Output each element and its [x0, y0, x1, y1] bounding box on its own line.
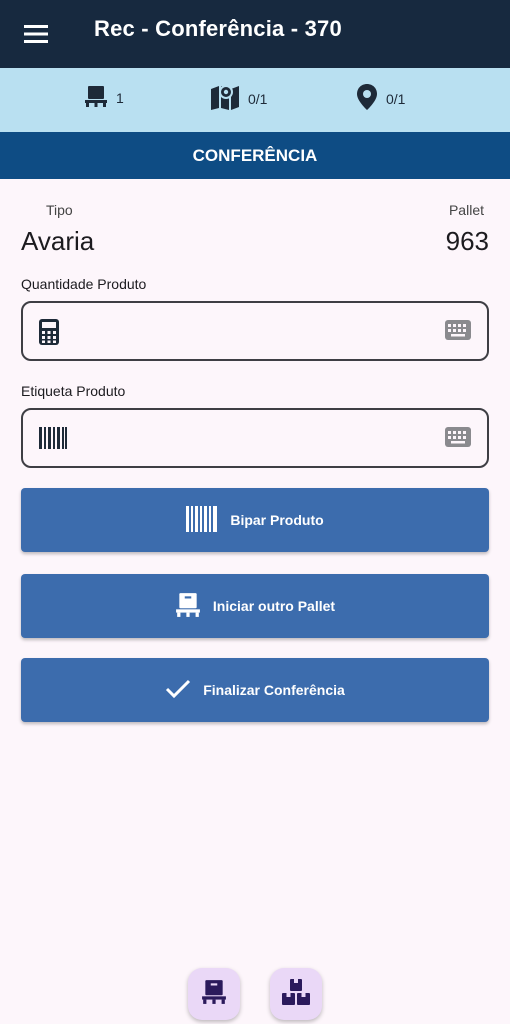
tipo-label: Tipo — [46, 202, 73, 218]
location-count-stat: 0/1 — [356, 83, 405, 114]
iniciar-outro-pallet-button[interactable]: Iniciar outro Pallet — [21, 574, 489, 638]
location-count: 0/1 — [386, 90, 406, 107]
boxes-fab[interactable] — [270, 968, 322, 1020]
app-bar: Rec - Conferência - 370 — [0, 0, 510, 68]
pallet-icon — [175, 592, 213, 621]
quantidade-label: Quantidade Produto — [21, 276, 147, 292]
keyboard-icon[interactable] — [445, 427, 471, 452]
tipo-value: Avaria — [21, 226, 95, 256]
map-count: 0/1 — [248, 90, 268, 107]
iniciar-outro-pallet-label: Iniciar outro Pallet — [212, 598, 336, 614]
pallet-fab[interactable] — [188, 968, 240, 1020]
status-bar: 1 0/1 0/1 — [0, 68, 510, 132]
map-count-stat: 0/1 — [210, 83, 267, 114]
pallet-value: 963 — [445, 226, 489, 256]
check-icon — [165, 678, 203, 703]
barcode-icon — [39, 427, 67, 454]
quantidade-field[interactable] — [21, 301, 489, 361]
map-pin-icon — [210, 83, 248, 114]
boxes-icon — [281, 978, 311, 1011]
pallet-label: Pallet — [448, 202, 484, 218]
etiqueta-input[interactable] — [87, 410, 441, 468]
quantidade-input[interactable] — [87, 303, 441, 361]
bipar-produto-button[interactable]: Bipar Produto — [21, 488, 489, 552]
page-title: Rec - Conferência - 370 — [94, 16, 342, 41]
calculator-icon — [39, 319, 59, 350]
finalizar-conferencia-label: Finalizar Conferência — [203, 682, 345, 698]
pallet-count: 1 — [116, 89, 124, 106]
etiqueta-field[interactable] — [21, 408, 489, 468]
bipar-produto-label: Bipar Produto — [230, 512, 324, 528]
etiqueta-label: Etiqueta Produto — [21, 383, 126, 399]
menu-icon[interactable] — [22, 20, 50, 48]
finalizar-conferencia-button[interactable]: Finalizar Conferência — [21, 658, 489, 722]
pallet-count-stat: 1 — [84, 84, 124, 111]
barcode-icon — [186, 505, 230, 535]
location-pin-icon — [356, 83, 386, 114]
pallet-icon — [201, 979, 227, 1010]
keyboard-icon[interactable] — [445, 320, 471, 345]
section-header: CONFERÊNCIA — [0, 132, 510, 179]
pallet-icon — [84, 84, 116, 111]
